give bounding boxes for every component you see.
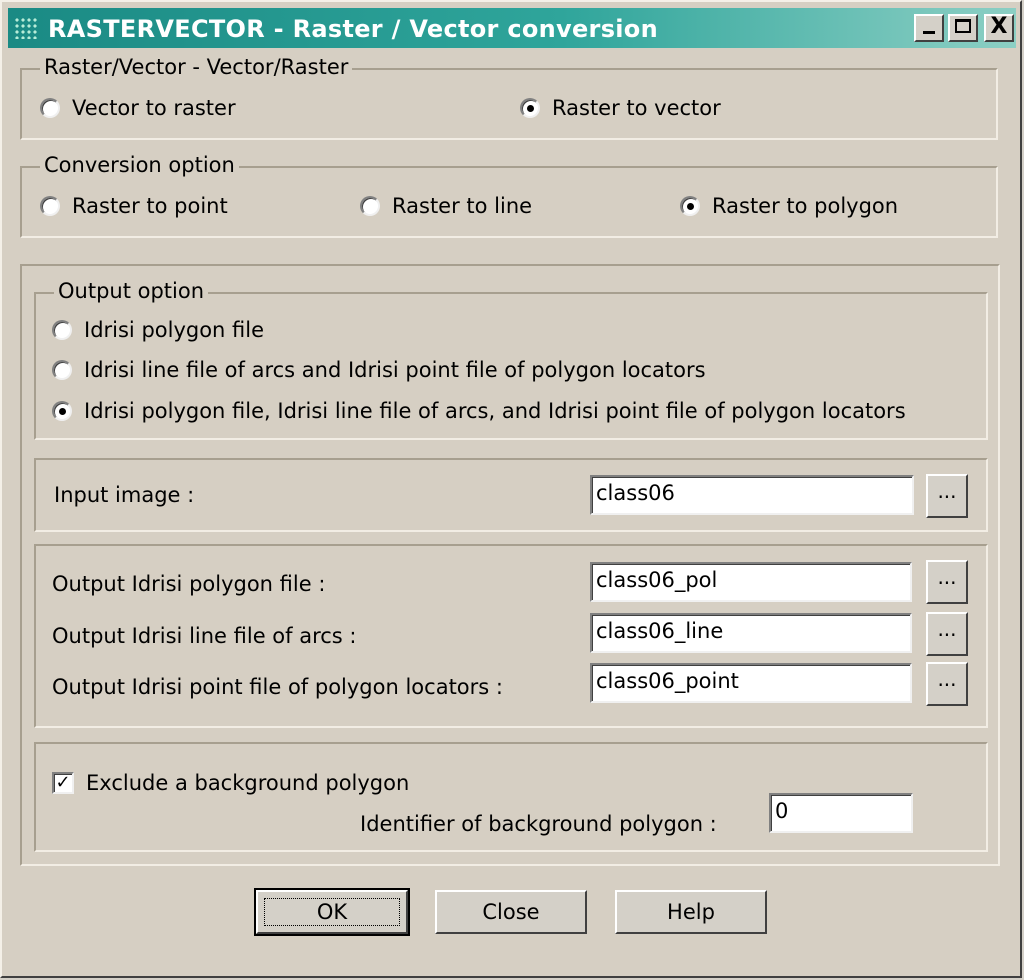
exclude-background-label: Exclude a background polygon [86, 771, 410, 795]
radio-label: Vector to raster [72, 96, 236, 120]
radio-output-line-point[interactable]: Idrisi line file of arcs and Idrisi poin… [52, 358, 706, 382]
radio-label: Raster to polygon [712, 194, 899, 218]
maximize-button[interactable] [948, 14, 978, 42]
output-point-field[interactable]: class06_point [590, 663, 912, 703]
output-line-label: Output Idrisi line file of arcs : [52, 624, 357, 648]
close-button[interactable]: Close [435, 890, 587, 934]
minimize-button[interactable] [914, 14, 944, 42]
input-image-browse-button[interactable]: ... [926, 474, 968, 518]
focus-rect [264, 898, 400, 926]
close-icon: X [990, 14, 1008, 39]
conversion-group-label: Conversion option [40, 153, 239, 177]
exclude-background-checkbox-row[interactable]: ✓ Exclude a background polygon [52, 771, 409, 795]
output-line-browse-button[interactable]: ... [926, 612, 968, 656]
output-option-group-label: Output option [54, 279, 209, 303]
radio-button[interactable] [680, 196, 700, 216]
radio-label: Idrisi polygon file [84, 318, 265, 342]
identifier-label: Identifier of background polygon : [360, 812, 717, 836]
radio-raster-to-polygon[interactable]: Raster to polygon [680, 194, 898, 218]
radio-button[interactable] [52, 360, 72, 380]
app-icon [14, 17, 38, 39]
output-polygon-field[interactable]: class06_pol [590, 562, 912, 602]
radio-raster-to-point[interactable]: Raster to point [40, 194, 228, 218]
output-point-label: Output Idrisi point file of polygon loca… [52, 675, 503, 699]
radio-label: Raster to vector [552, 96, 721, 120]
output-line-field[interactable]: class06_line [590, 613, 912, 653]
dialog-window: RASTERVECTOR - Raster / Vector conversio… [0, 0, 1022, 978]
radio-button[interactable] [52, 401, 72, 421]
radio-label: Idrisi polygon file, Idrisi line file of… [84, 399, 906, 423]
identifier-field[interactable]: 0 [769, 793, 913, 833]
maximize-icon [955, 19, 971, 33]
output-point-browse-button[interactable]: ... [926, 662, 968, 706]
minimize-icon [923, 31, 935, 34]
direction-group-label: Raster/Vector - Vector/Raster [40, 55, 353, 79]
radio-output-polygon[interactable]: Idrisi polygon file [52, 318, 264, 342]
window-title: RASTERVECTOR - Raster / Vector conversio… [48, 15, 658, 43]
radio-label: Raster to line [392, 194, 533, 218]
radio-label: Idrisi line file of arcs and Idrisi poin… [84, 358, 706, 382]
radio-label: Raster to point [72, 194, 228, 218]
radio-raster-to-line[interactable]: Raster to line [360, 194, 532, 218]
exclude-background-checkbox[interactable]: ✓ [52, 772, 74, 794]
radio-vector-to-raster[interactable]: Vector to raster [40, 96, 236, 120]
help-button[interactable]: Help [615, 890, 767, 934]
radio-button[interactable] [40, 196, 60, 216]
radio-raster-to-vector[interactable]: Raster to vector [520, 96, 721, 120]
output-polygon-browse-button[interactable]: ... [926, 560, 968, 604]
output-polygon-label: Output Idrisi polygon file : [52, 572, 326, 596]
ok-button[interactable]: OK [254, 888, 410, 936]
radio-button[interactable] [40, 98, 60, 118]
input-image-field[interactable]: class06 [590, 475, 914, 515]
close-window-button[interactable]: X [984, 14, 1014, 42]
radio-button[interactable] [52, 320, 72, 340]
input-image-label: Input image : [54, 483, 195, 507]
radio-button[interactable] [520, 98, 540, 118]
title-bar[interactable]: RASTERVECTOR - Raster / Vector conversio… [8, 8, 1016, 48]
radio-output-all[interactable]: Idrisi polygon file, Idrisi line file of… [52, 399, 906, 423]
radio-button[interactable] [360, 196, 380, 216]
